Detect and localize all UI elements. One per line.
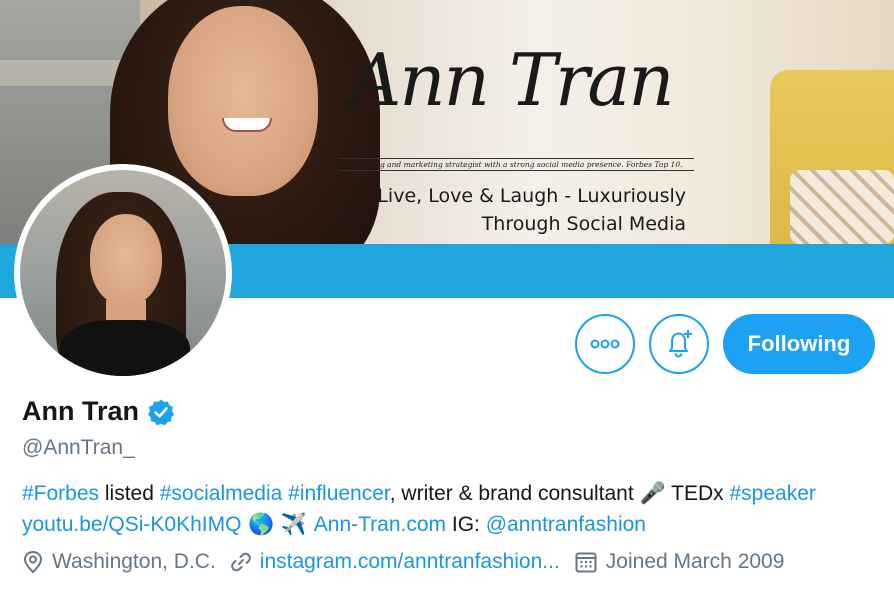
instagram-mention-link[interactable]: @anntranfashion [486, 513, 646, 536]
profile-name-row: Ann Tran [22, 396, 175, 427]
youtube-link[interactable]: youtu.be/QSi-K0KhIMQ [22, 513, 241, 536]
hashtag-socialmedia[interactable]: #socialmedia [160, 482, 283, 505]
banner-logo-text: Ann Tran [349, 38, 674, 122]
website-link[interactable]: Ann-Tran.com [314, 513, 446, 536]
profile-website[interactable]: instagram.com/anntranfashion... [230, 550, 560, 574]
profile-name: Ann Tran [22, 396, 140, 426]
avatar-body [60, 320, 190, 376]
bio-line-1: #Forbes listed #socialmedia #influencer,… [22, 478, 882, 509]
banner-portrait-smile [222, 118, 272, 132]
joined-date-text: Joined March 2009 [605, 550, 785, 573]
hashtag-speaker[interactable]: #speaker [730, 482, 816, 505]
profile-handle: @AnnTran_ [22, 436, 135, 459]
banner-portrait-face [168, 6, 318, 196]
avatar[interactable] [14, 164, 232, 382]
link-icon [230, 552, 251, 572]
globe-airplane-emoji-icon: 🌎 ✈️ [241, 512, 314, 536]
hashtag-forbes[interactable]: #Forbes [22, 482, 99, 505]
profile-bio: #Forbes listed #socialmedia #influencer,… [22, 478, 882, 540]
banner-motto-line1: Live, Love & Laugh - Luxuriously [377, 185, 686, 207]
avatar-image [20, 170, 226, 376]
bell-plus-icon [669, 330, 692, 358]
notifications-button[interactable] [649, 314, 709, 374]
profile-joined: Joined March 2009 [574, 550, 785, 574]
bio-text: listed [99, 482, 160, 505]
banner-motto: Live, Love & Laugh - Luxuriously Through… [360, 182, 700, 238]
bio-text: TEDx [665, 482, 730, 505]
banner-motto-line2: Through Social Media [481, 213, 686, 235]
bio-text: IG: [446, 513, 486, 536]
bio-line-2: youtu.be/QSi-K0KhIMQ 🌎 ✈️ Ann-Tran.com I… [22, 509, 882, 540]
location-text: Washington, D.C. [52, 550, 216, 573]
verified-badge-icon [148, 399, 175, 425]
calendar-icon [575, 552, 597, 573]
banner-pillow [790, 170, 894, 244]
banner-tagline: Branding and marketing strategist with a… [338, 158, 694, 171]
microphone-emoji-icon: 🎤 [639, 481, 666, 505]
website-url-link[interactable]: instagram.com/anntranfashion... [260, 550, 560, 574]
following-button[interactable]: Following [723, 314, 875, 374]
location-pin-icon [23, 550, 43, 574]
profile-meta: Washington, D.C. instagram.com/anntranfa… [22, 550, 798, 574]
bio-text: , writer & brand consultant [389, 482, 640, 505]
profile-location: Washington, D.C. [22, 550, 216, 574]
hashtag-influencer[interactable]: #influencer [288, 482, 390, 505]
more-dots-icon [590, 339, 620, 349]
avatar-face [90, 214, 162, 306]
more-options-button[interactable] [575, 314, 635, 374]
